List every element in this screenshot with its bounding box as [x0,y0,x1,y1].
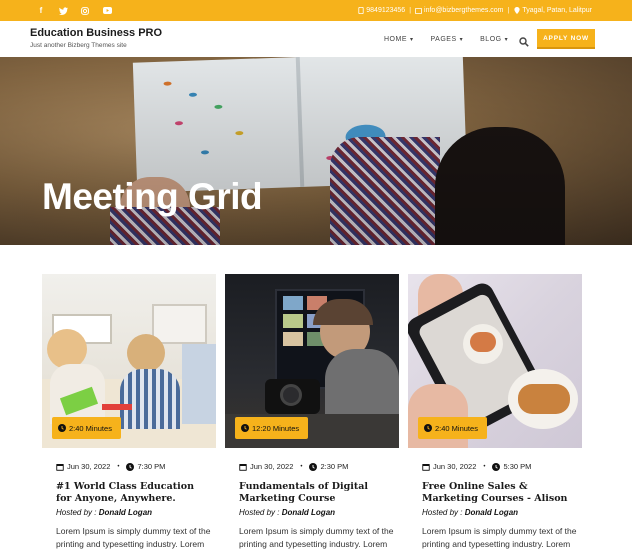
duration-text: 2:40 Minutes [435,423,478,433]
meeting-card[interactable]: 12:20 Minutes Jun 30, 2022 • 2:30 PM Fun… [225,274,399,553]
page-title: Meeting Grid [42,176,263,217]
clock-icon [492,462,501,471]
nav-item-label: BLOG [480,35,502,43]
site-title[interactable]: Education Business PRO [30,27,162,39]
meeting-host: Hosted by : Donald Logan [56,508,152,517]
meeting-title[interactable]: Free Online Sales & Marketing Courses - … [422,481,572,504]
meeting-thumbnail[interactable]: 12:20 Minutes [225,274,399,448]
youtube-icon[interactable] [96,0,118,21]
host-name: Donald Logan [464,508,519,517]
meeting-meta: Jun 30, 2022 • 7:30 PM [56,462,165,471]
nav-item-pages[interactable]: PAGES ▾ [431,36,464,43]
nav-item-blog[interactable]: BLOG ▾ [480,36,508,43]
email-icon [415,7,423,14]
clock-icon [126,462,135,471]
meeting-time: 5:30 PM [503,462,532,471]
clock-icon [424,424,432,432]
divider: | [507,7,510,14]
calendar-icon [239,463,247,471]
hero-banner: Meeting Grid [0,57,632,245]
site-tagline: Just another Bizberg Themes site [30,42,127,49]
nav-item-label: PAGES [430,35,457,43]
divider: | [409,7,412,14]
nav-item-label: HOME [384,35,407,43]
phone-icon [357,7,364,14]
main-nav: HOME ▾ PAGES ▾ BLOG ▾ [384,21,525,57]
duration-text: 2:40 Minutes [69,423,112,433]
clock-icon [309,462,318,471]
meeting-card[interactable]: 2:40 Minutes Jun 30, 2022 • 5:30 PM Free… [408,274,582,553]
email-address[interactable]: info@bizbergthemes.com [424,7,503,14]
meeting-date: Jun 30, 2022 [67,462,111,471]
phone-number[interactable]: 9849123456 [366,7,405,14]
duration-text: 12:20 Minutes [252,423,300,433]
separator-dot: • [117,463,120,470]
meeting-thumbnail[interactable]: 2:40 Minutes [408,274,582,448]
top-bar: f 9849123456 | info@bizbergthemes.com | … [0,0,632,21]
separator-dot: • [300,463,303,470]
contact-info: 9849123456 | info@bizbergthemes.com | Ty… [357,0,592,21]
clock-icon [241,424,249,432]
host-prefix: Hosted by : [239,508,280,517]
meeting-date: Jun 30, 2022 [250,462,294,471]
meeting-time: 7:30 PM [137,462,166,471]
meeting-host: Hosted by : Donald Logan [422,508,518,517]
meeting-description: Lorem Ipsum is simply dummy text of the … [422,526,577,553]
meeting-title[interactable]: #1 World Class Education for Anyone, Any… [56,481,206,504]
address: Tyagal, Patan, Lalitpur [522,7,592,14]
instagram-icon[interactable] [74,0,96,21]
meeting-description: Lorem Ipsum is simply dummy text of the … [239,526,394,553]
meeting-host: Hosted by : Donald Logan [239,508,335,517]
host-prefix: Hosted by : [422,508,463,517]
clock-icon [58,424,66,432]
meeting-date: Jun 30, 2022 [433,462,477,471]
host-prefix: Hosted by : [56,508,97,517]
facebook-icon[interactable]: f [30,0,52,21]
host-name: Donald Logan [98,508,153,517]
apply-now-button[interactable]: APPLY NOW [537,29,595,49]
meeting-thumbnail[interactable]: 2:40 Minutes [42,274,216,448]
meeting-card[interactable]: 2:40 Minutes Jun 30, 2022 • 7:30 PM #1 W… [42,274,216,553]
chevron-down-icon: ▾ [459,36,464,43]
meeting-meta: Jun 30, 2022 • 5:30 PM [422,462,531,471]
location-pin-icon [513,7,520,14]
chevron-down-icon: ▾ [504,36,509,43]
separator-dot: • [483,463,486,470]
search-icon[interactable] [519,34,529,47]
meeting-description: Lorem Ipsum is simply dummy text of the … [56,526,211,553]
meeting-time: 2:30 PM [320,462,349,471]
calendar-icon [422,463,430,471]
duration-badge: 12:20 Minutes [235,417,309,439]
host-name: Donald Logan [281,508,336,517]
chevron-down-icon: ▾ [410,36,414,43]
duration-badge: 2:40 Minutes [52,417,121,439]
calendar-icon [56,463,64,471]
twitter-icon[interactable] [52,0,74,21]
nav-item-home[interactable]: HOME ▾ [384,36,414,43]
duration-badge: 2:40 Minutes [418,417,487,439]
site-header: Education Business PRO Just another Bizb… [0,21,632,57]
social-links: f [30,0,118,21]
meeting-title[interactable]: Fundamentals of Digital Marketing Course [239,481,389,504]
meeting-meta: Jun 30, 2022 • 2:30 PM [239,462,348,471]
